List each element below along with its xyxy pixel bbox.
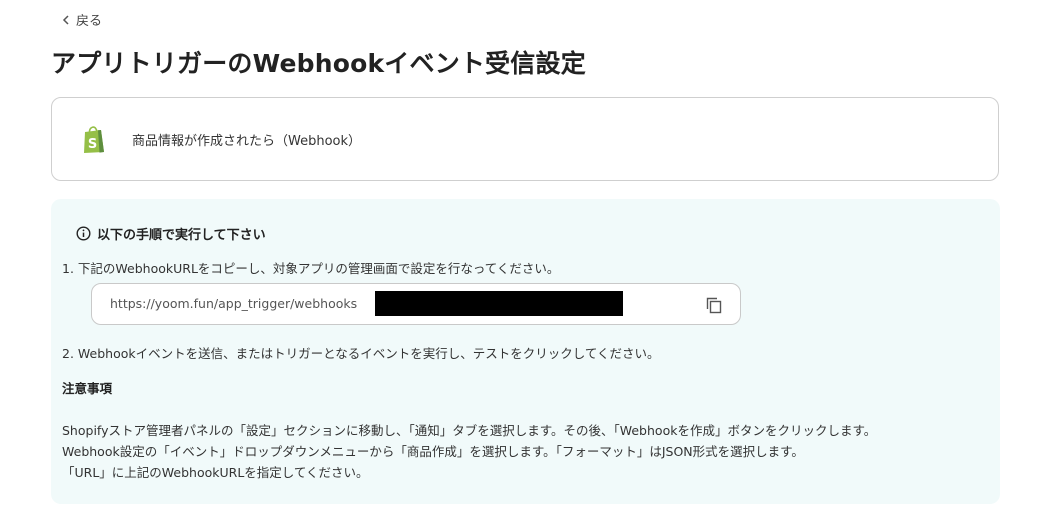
instructions-panel: 以下の手順で実行して下さい 1. 下記のWebhookURLをコピーし、対象アプ… xyxy=(51,199,1000,504)
redacted-url-segment xyxy=(375,291,623,316)
page-title: アプリトリガーのWebhookイベント受信設定 xyxy=(51,49,586,78)
instructions-heading: 以下の手順で実行して下さい xyxy=(76,224,266,243)
copy-button[interactable] xyxy=(702,293,726,317)
webhook-url-text[interactable]: https://yoom.fun/app_trigger/webhooks xyxy=(110,296,357,311)
svg-text:S: S xyxy=(88,137,97,152)
back-label: 戻る xyxy=(76,14,103,29)
trigger-label: 商品情報が作成されたら（Webhook） xyxy=(132,133,362,149)
shopify-bag-icon: S xyxy=(84,126,104,153)
info-icon xyxy=(76,226,91,241)
step-1-text: 1. 下記のWebhookURLをコピーし、対象アプリの管理画面で設定を行なって… xyxy=(62,261,560,276)
caution-note: 「URL」に上記のWebhookURLを指定してください。 xyxy=(62,465,369,480)
trigger-card: S 商品情報が作成されたら（Webhook） xyxy=(51,97,999,181)
caution-heading: 注意事項 xyxy=(62,381,113,396)
step-2-text: 2. Webhookイベントを送信、またはトリガーとなるイベントを実行し、テスト… xyxy=(62,346,660,361)
caution-note: Webhook設定の「イベント」ドロップダウンメニューから「商品作成」を選択しま… xyxy=(62,444,804,459)
instructions-heading-text: 以下の手順で実行して下さい xyxy=(97,228,266,243)
chevron-left-icon xyxy=(62,14,69,25)
back-link[interactable]: 戻る xyxy=(62,10,102,29)
caution-note: Shopifyストア管理者パネルの「設定」セクションに移動し、「通知」タブを選択… xyxy=(62,423,877,438)
copy-icon xyxy=(706,297,722,314)
webhook-url-field[interactable]: https://yoom.fun/app_trigger/webhooks xyxy=(91,283,741,325)
